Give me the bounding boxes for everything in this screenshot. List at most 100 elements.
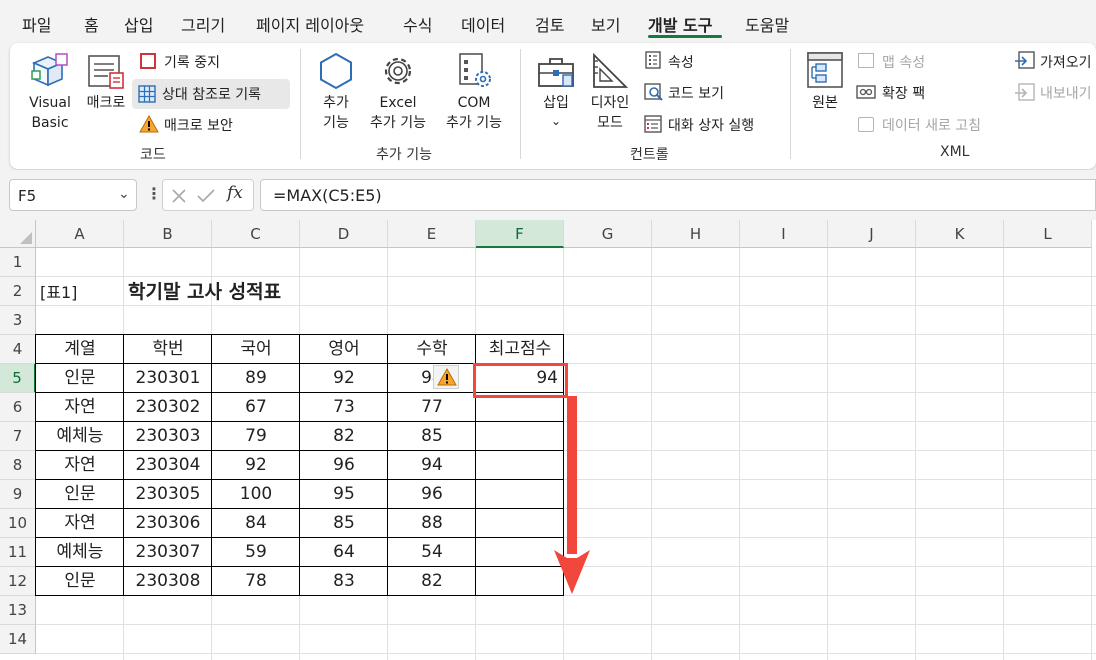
menu-insert[interactable]: 삽입 [124,12,153,36]
table-data-cell[interactable]: 94 [388,451,476,480]
menu-review[interactable]: 검토 [535,12,564,36]
column-header-a[interactable]: A [36,220,124,248]
table-data-cell[interactable]: 78 [212,567,300,596]
table-data-cell[interactable]: 79 [212,422,300,451]
table-data-cell[interactable] [476,567,564,596]
worksheet[interactable]: ABCDEFGHIJKL 1 2 3 4 5 6 7 8 9 10 11 12 13 14 [표1] 학기… [0,220,1096,660]
table-data-cell[interactable]: 자연 [36,509,124,538]
row-header-11[interactable]: 11 [0,538,36,567]
row-header-10[interactable]: 10 [0,509,36,538]
table-data-cell[interactable]: 92 [300,364,388,393]
table-header-cell[interactable]: 영어 [300,335,388,364]
table-data-cell[interactable]: 64 [300,538,388,567]
row-header-14[interactable]: 14 [0,625,36,654]
table-data-cell[interactable]: 230306 [124,509,212,538]
row-header-3[interactable]: 3 [0,306,36,335]
table-data-cell[interactable] [476,480,564,509]
name-box[interactable]: F5 ⌄ [9,179,137,211]
column-header-j[interactable]: J [828,220,916,248]
menu-page-layout[interactable]: 페이지 레이아웃 [256,12,364,36]
table-data-cell[interactable]: 54 [388,538,476,567]
table-header-cell[interactable]: 최고점수 [476,335,564,364]
row-header-7[interactable]: 7 [0,422,36,451]
table-data-cell[interactable]: 인문 [36,364,124,393]
column-header-k[interactable]: K [916,220,1004,248]
insert-function-icon[interactable]: fx [227,183,243,203]
table-data-cell[interactable]: 94 [388,364,476,393]
column-header-g[interactable]: G [564,220,652,248]
column-header-d[interactable]: D [300,220,388,248]
cell-b2-title[interactable]: 학기말 고사 성적표 [128,278,281,307]
row-header-1[interactable]: 1 [0,248,36,277]
row-header-2[interactable]: 2 [0,277,36,306]
table-header-cell[interactable]: 국어 [212,335,300,364]
row-header-12[interactable]: 12 [0,567,36,596]
table-data-cell[interactable] [476,538,564,567]
table-data-cell[interactable]: 예체능 [36,538,124,567]
row-header-9[interactable]: 9 [0,480,36,509]
table-data-cell[interactable]: 자연 [36,393,124,422]
table-data-cell[interactable]: 82 [388,567,476,596]
table-data-cell[interactable]: 자연 [36,451,124,480]
column-header-h[interactable]: H [652,220,740,248]
table-data-cell[interactable]: 88 [388,509,476,538]
table-data-cell[interactable]: 89 [212,364,300,393]
table-data-cell[interactable]: 230307 [124,538,212,567]
table-data-cell[interactable]: 77 [388,393,476,422]
table-data-cell[interactable]: 59 [212,538,300,567]
cancel-icon[interactable] [171,188,187,204]
table-data-cell[interactable]: 73 [300,393,388,422]
menu-draw[interactable]: 그리기 [181,12,225,36]
column-header-e[interactable]: E [388,220,476,248]
column-header-l[interactable]: L [1004,220,1092,248]
table-data-cell[interactable]: 230303 [124,422,212,451]
table-data-cell[interactable]: 92 [212,451,300,480]
row-header-8[interactable]: 8 [0,451,36,480]
menu-view[interactable]: 보기 [591,12,620,36]
table-data-cell[interactable]: 84 [212,509,300,538]
menu-file[interactable]: 파일 [22,12,51,36]
table-data-cell[interactable]: 인문 [36,480,124,509]
column-header-b[interactable]: B [124,220,212,248]
table-header-cell[interactable]: 학번 [124,335,212,364]
error-check-button[interactable] [433,365,459,389]
menu-formulas[interactable]: 수식 [403,12,432,36]
table-data-cell[interactable]: 100 [212,480,300,509]
row-header-13[interactable]: 13 [0,596,36,625]
table-data-cell[interactable]: 85 [300,509,388,538]
table-data-cell[interactable] [476,509,564,538]
table-data-cell[interactable]: 230301 [124,364,212,393]
table-data-cell[interactable]: 230304 [124,451,212,480]
column-header-c[interactable]: C [212,220,300,248]
more-options-icon[interactable]: ⋮ [146,184,162,203]
table-data-cell[interactable]: 230302 [124,393,212,422]
table-data-cell[interactable]: 230308 [124,567,212,596]
table-data-cell[interactable]: 96 [300,451,388,480]
table-data-cell[interactable]: 67 [212,393,300,422]
row-header-6[interactable]: 6 [0,393,36,422]
formula-input[interactable]: =MAX(C5:E5) [260,179,1096,211]
cell-a2[interactable]: [표1] [40,278,77,307]
table-data-cell[interactable] [476,451,564,480]
menu-data[interactable]: 데이터 [461,12,505,36]
row-header-4[interactable]: 4 [0,335,36,364]
chevron-down-icon[interactable]: ⌄ [118,186,130,202]
table-data-cell[interactable]: 예체능 [36,422,124,451]
column-header-f[interactable]: F [476,220,564,248]
table-data-cell[interactable]: 230305 [124,480,212,509]
table-data-cell[interactable]: 인문 [36,567,124,596]
menu-developer[interactable]: 개발 도구 [648,12,712,36]
table-data-cell[interactable]: 96 [388,480,476,509]
table-data-cell[interactable]: 82 [300,422,388,451]
table-data-cell[interactable]: 95 [300,480,388,509]
menu-home[interactable]: 홈 [84,12,99,36]
menu-help[interactable]: 도움말 [745,12,789,36]
table-data-cell[interactable]: 83 [300,567,388,596]
table-header-cell[interactable]: 계열 [36,335,124,364]
table-data-cell[interactable]: 85 [388,422,476,451]
column-header-i[interactable]: I [740,220,828,248]
row-header-5[interactable]: 5 [0,364,36,393]
relative-reference-button[interactable]: 상대 참조로 기록 [132,79,290,109]
enter-check-icon[interactable] [197,188,215,204]
table-header-cell[interactable]: 수학 [388,335,476,364]
